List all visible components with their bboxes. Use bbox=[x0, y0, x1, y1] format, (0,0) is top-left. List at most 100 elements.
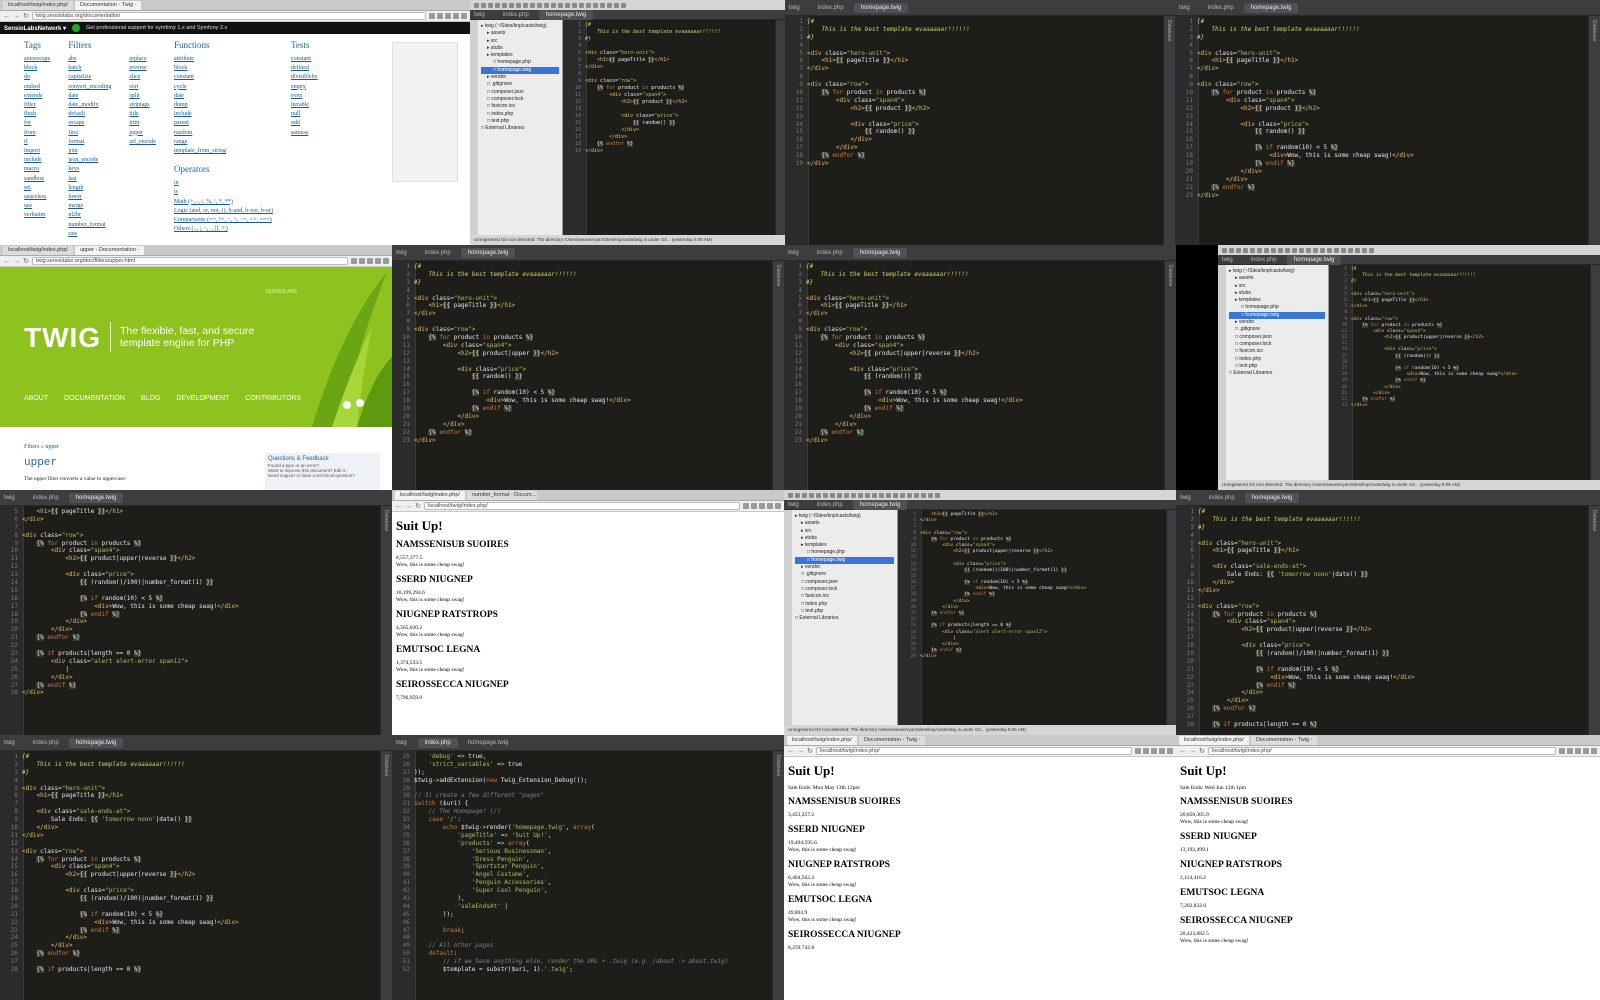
toolbar-button-icon[interactable] bbox=[614, 2, 619, 8]
reference-link[interactable]: json_encode bbox=[68, 156, 111, 165]
toolbar-button-icon[interactable] bbox=[565, 2, 570, 8]
reference-link[interactable]: attribute bbox=[174, 55, 273, 64]
toolbar-button-icon[interactable] bbox=[607, 2, 612, 8]
reload-icon[interactable]: ↻ bbox=[415, 502, 421, 511]
reference-link[interactable]: lower bbox=[68, 193, 111, 202]
back-icon[interactable]: ← bbox=[3, 12, 10, 21]
reference-link[interactable]: replace bbox=[129, 55, 156, 64]
support-message[interactable]: Get professional support for symfony 1.x… bbox=[86, 25, 227, 31]
tree-item[interactable]: □ composer.lock bbox=[795, 586, 894, 593]
tree-item[interactable]: □ External Libraries bbox=[1229, 370, 1325, 377]
reference-link[interactable]: dump bbox=[174, 101, 273, 110]
operator-link[interactable]: Others (.., |, ~, ., [], ?:) bbox=[174, 225, 273, 234]
toolbar-button-icon[interactable] bbox=[1313, 247, 1318, 253]
browser-tab[interactable]: localhost/twig/index.php/ bbox=[787, 736, 857, 745]
reference-link[interactable]: embed bbox=[24, 83, 50, 92]
reference-link[interactable]: sandbox bbox=[24, 175, 50, 184]
nav-link[interactable]: BLOG bbox=[141, 395, 160, 402]
menu-icon[interactable] bbox=[383, 258, 389, 264]
toolbar-button-icon[interactable] bbox=[495, 2, 500, 8]
forward-icon[interactable]: → bbox=[405, 502, 412, 511]
tree-item[interactable]: ▸ src bbox=[481, 38, 559, 45]
tree-item[interactable]: ▸ assets bbox=[1229, 275, 1325, 282]
reference-link[interactable]: join bbox=[68, 147, 111, 156]
toolbar-button-icon[interactable] bbox=[1355, 247, 1360, 253]
tree-item[interactable]: ▸ twig (~/Sites/knp/casts/twig) bbox=[481, 23, 559, 30]
tab-homepage-twig[interactable]: homepage.twig bbox=[853, 2, 909, 13]
toolbar-button-icon[interactable] bbox=[830, 492, 835, 498]
tree-item[interactable]: □ homepage.php bbox=[481, 59, 559, 66]
toolbar-button-icon[interactable] bbox=[544, 2, 549, 8]
toolbar-button-icon[interactable] bbox=[1243, 247, 1248, 253]
tab-index-php[interactable]: index.php bbox=[810, 248, 850, 258]
tab-index-php[interactable]: index.php bbox=[810, 500, 850, 510]
reference-link[interactable]: date bbox=[68, 92, 111, 101]
browser-tab[interactable]: Documentation - Twig - bbox=[74, 1, 142, 10]
extension-icon[interactable] bbox=[1143, 748, 1149, 754]
toolbar-button-icon[interactable] bbox=[474, 2, 479, 8]
breadcrumb[interactable]: Filters » upper bbox=[24, 444, 59, 450]
star-icon[interactable] bbox=[1135, 748, 1141, 754]
reference-link[interactable]: from bbox=[24, 129, 50, 138]
tree-item[interactable]: □ homepage.php bbox=[795, 549, 894, 556]
nav-link[interactable]: DOCUMENTATION bbox=[64, 395, 125, 402]
url-field[interactable]: localhost/twig/index.php/ bbox=[815, 747, 1132, 755]
star-icon[interactable] bbox=[743, 503, 749, 509]
reference-link[interactable]: spaceless bbox=[24, 193, 50, 202]
code-editor[interactable]: 1 {# 2 This is the best template evaaaaaar… bbox=[784, 263, 1162, 490]
extension-icon[interactable] bbox=[437, 13, 443, 19]
reference-link[interactable]: include bbox=[174, 110, 273, 119]
reference-link[interactable]: random bbox=[174, 129, 273, 138]
toolbar-button-icon[interactable] bbox=[600, 2, 605, 8]
toolbar-button-icon[interactable] bbox=[900, 492, 905, 498]
reference-link[interactable]: constant bbox=[174, 73, 273, 82]
tree-item[interactable]: □ composer.json bbox=[795, 579, 894, 586]
toolbar-button-icon[interactable] bbox=[886, 492, 891, 498]
tree-item[interactable]: □ External Libraries bbox=[795, 615, 894, 622]
reference-link[interactable]: keys bbox=[68, 165, 111, 174]
toolbar-button-icon[interactable] bbox=[837, 492, 842, 498]
code-editor[interactable]: 1 {# 2 This is the best template evaaaaaar… bbox=[563, 22, 761, 235]
tree-item[interactable]: □ homepage.twig bbox=[1229, 311, 1325, 320]
url-field[interactable]: localhost/twig/index.php/ bbox=[423, 502, 740, 510]
browser-tab[interactable]: number_format - Docum... bbox=[466, 491, 537, 500]
reference-link[interactable]: odd bbox=[291, 119, 318, 128]
reference-link[interactable]: sort bbox=[129, 83, 156, 92]
toolbar-button-icon[interactable] bbox=[1348, 247, 1353, 253]
tab-homepage-twig[interactable]: homepage.twig bbox=[460, 247, 516, 258]
tab-homepage-twig[interactable]: homepage.twig bbox=[852, 499, 908, 510]
reference-link[interactable]: block bbox=[174, 64, 273, 73]
tab-homepage-twig[interactable]: homepage.twig bbox=[68, 492, 124, 503]
tab-homepage-twig[interactable]: homepage.twig bbox=[538, 9, 594, 20]
code-editor[interactable]: 1 {# 2 This is the best template evaaaaaar… bbox=[785, 18, 1161, 245]
reference-link[interactable]: constant bbox=[291, 55, 318, 64]
extension-icon[interactable] bbox=[1575, 748, 1581, 754]
reference-link[interactable]: length bbox=[68, 184, 111, 193]
forward-icon[interactable]: → bbox=[13, 12, 20, 21]
reload-icon[interactable]: ↻ bbox=[807, 747, 813, 756]
toolbar-button-icon[interactable] bbox=[921, 492, 926, 498]
code-editor[interactable]: 5 <h1>{{ pageTitle }}</h1> 6 </div> 7 8 <div … bbox=[0, 508, 378, 735]
star-icon[interactable] bbox=[429, 13, 435, 19]
tree-item[interactable]: □ homepage.twig bbox=[795, 556, 894, 565]
tree-item[interactable]: ▸ vendor bbox=[481, 74, 559, 81]
toolbar-button-icon[interactable] bbox=[1320, 247, 1325, 253]
toolbar-button-icon[interactable] bbox=[1271, 247, 1276, 253]
toolbar-button-icon[interactable] bbox=[1362, 247, 1367, 253]
tab-index-php[interactable]: index.php bbox=[811, 3, 851, 13]
toolbar-button-icon[interactable] bbox=[516, 2, 521, 8]
reference-link[interactable]: macro bbox=[24, 165, 50, 174]
star-icon[interactable] bbox=[351, 258, 357, 264]
reference-link[interactable]: autoescape bbox=[24, 55, 50, 64]
reference-link[interactable]: trim bbox=[129, 119, 156, 128]
back-icon[interactable]: ← bbox=[3, 257, 10, 266]
database-side-panel[interactable]: Database bbox=[1164, 261, 1176, 490]
extension-icon[interactable] bbox=[1151, 748, 1157, 754]
reference-link[interactable]: flush bbox=[24, 110, 50, 119]
tree-item[interactable]: ▸ stubs bbox=[1229, 290, 1325, 297]
reference-link[interactable]: url_encode bbox=[129, 138, 156, 147]
reference-link[interactable]: verbatim bbox=[24, 211, 50, 220]
reference-link[interactable]: cycle bbox=[174, 83, 273, 92]
menu-icon[interactable] bbox=[461, 13, 467, 19]
database-side-panel[interactable] bbox=[1590, 265, 1600, 480]
